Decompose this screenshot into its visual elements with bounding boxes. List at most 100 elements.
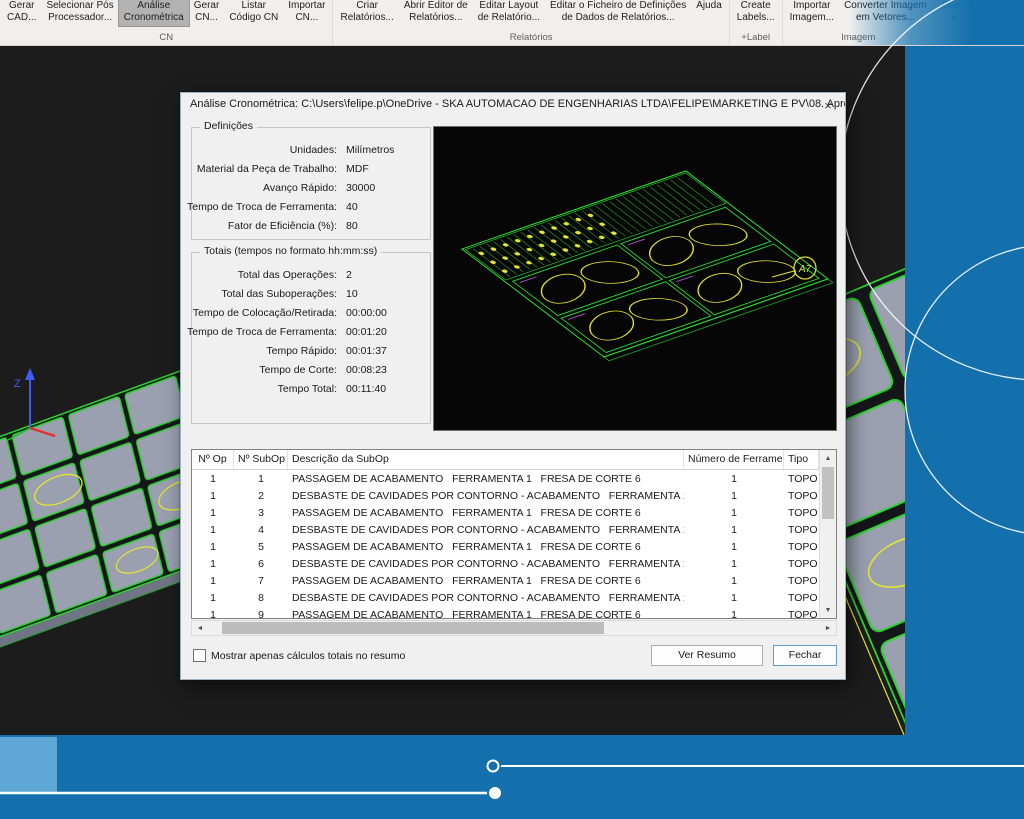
column-header-n-op[interactable]: Nº Op (192, 450, 234, 469)
dialog-title: Análise Cronométrica: C:\Users\felipe.p\… (181, 93, 845, 110)
subop-table: Nº OpNº SubOpDescrição da SubOpNúmero de… (191, 449, 837, 619)
ribbon-groups: Gerar CAD...Selecionar Pós Processador..… (0, 0, 1024, 45)
table-row[interactable]: 19PASSAGEM DE ACABAMENTO FERRAMENTA 1 FR… (192, 606, 819, 618)
subop-table-body: 11PASSAGEM DE ACABAMENTO FERRAMENTA 1 FR… (192, 470, 819, 618)
ribbon-group-relat-rios: Criar Relatórios...Abrir Editor de Relat… (333, 0, 729, 45)
ribbon-button-editar-o-ficheiro-de-defini-es-de-dados-de[interactable]: Editar o Ficheiro de Definições de Dados… (545, 0, 691, 26)
table-cell: TOPO (784, 490, 819, 502)
column-header-tipo[interactable]: Tipo (784, 450, 819, 469)
setting-value: 30000 (346, 182, 375, 194)
table-cell: DESBASTE DE CAVIDADES POR CONTORNO - ACA… (288, 490, 684, 502)
table-cell: 1 (192, 507, 234, 519)
table-cell: TOPO (784, 507, 819, 519)
ribbon-button-an-lise-cronom-trica[interactable]: Análise Cronométrica (119, 0, 189, 26)
column-header-descri-o-da-subop[interactable]: Descrição da SubOp (288, 450, 684, 469)
table-cell: TOPO (784, 592, 819, 604)
dialog-titlebar[interactable]: Análise Cronométrica: C:\Users\felipe.p\… (181, 93, 845, 117)
ribbon-button-importar-imagem[interactable]: Importar Imagem... (785, 0, 839, 26)
totals-only-checkbox-row: Mostrar apenas cálculos totais no resumo (193, 649, 405, 662)
definicoes-row-tempo-de-troca-de-ferramenta: Tempo de Troca de Ferramenta:40 (192, 197, 430, 216)
table-horizontal-scrollbar[interactable]: ◄ ► (191, 620, 837, 636)
table-row[interactable]: 15PASSAGEM DE ACABAMENTO FERRAMENTA 1 FR… (192, 538, 819, 555)
ribbon-buttons-label: Create Labels... (732, 0, 780, 31)
ver-resumo-button[interactable]: Ver Resumo (651, 645, 763, 666)
ribbon-button-criar-relat-rios[interactable]: Criar Relatórios... (335, 0, 398, 26)
scroll-left-icon[interactable]: ◄ (192, 621, 208, 635)
table-row[interactable]: 18DESBASTE DE CAVIDADES POR CONTORNO - A… (192, 589, 819, 606)
ribbon-button-create-labels[interactable]: Create Labels... (732, 0, 780, 26)
ribbon-button-gerar-cn[interactable]: Gerar CN... (189, 0, 225, 26)
ribbon-buttons-imagem: Importar Imagem...Converter Imagem em Ve… (785, 0, 932, 31)
table-cell: PASSAGEM DE ACABAMENTO FERRAMENTA 1 FRES… (288, 473, 684, 485)
totais-row-total-das-subopera-es: Total das Suboperações:10 (192, 284, 430, 303)
ribbon-button-gerar-cad[interactable]: Gerar CAD... (2, 0, 41, 26)
setting-label: Total das Operações: (195, 269, 337, 281)
preview-callout-label: A7 (798, 264, 812, 275)
table-cell: DESBASTE DE CAVIDADES POR CONTORNO - ACA… (288, 558, 684, 570)
scroll-down-icon[interactable]: ▼ (820, 602, 836, 618)
table-row[interactable]: 11PASSAGEM DE ACABAMENTO FERRAMENTA 1 FR… (192, 470, 819, 487)
group-totais-title: Totais (tempos no formato hh:mm:ss) (200, 245, 381, 257)
ribbon-group-label-imagem: Imagem (785, 31, 932, 45)
table-cell: 1 (192, 575, 234, 587)
toolpath-preview: A7 (433, 126, 837, 431)
subop-table-header: Nº OpNº SubOpDescrição da SubOpNúmero de… (192, 450, 819, 470)
ribbon-buttons-more: Guardar Peça e Máqu... (937, 0, 1009, 31)
ribbon-button-importar-cn[interactable]: Importar CN... (283, 0, 330, 26)
ribbon-button-guardar-pe-a-e-m-qu[interactable]: Guardar Peça e Máqu... (937, 0, 1009, 26)
table-vertical-scrollbar[interactable]: ▲ ▼ (819, 450, 836, 618)
setting-value: 10 (346, 288, 358, 300)
table-cell: TOPO (784, 541, 819, 553)
table-row[interactable]: 16DESBASTE DE CAVIDADES POR CONTORNO - A… (192, 555, 819, 572)
horizontal-scroll-thumb[interactable] (222, 622, 604, 634)
ribbon-group-label-label: +Label (732, 31, 780, 45)
ribbon-button-listar-c-digo-cn[interactable]: Listar Código CN (224, 0, 283, 26)
table-cell: 2 (234, 490, 288, 502)
table-cell: 8 (234, 592, 288, 604)
totals-only-checkbox[interactable] (193, 649, 206, 662)
definicoes-row-avan-o-r-pido: Avanço Rápido:30000 (192, 178, 430, 197)
ribbon-button-editar-layout-de-relat-rio[interactable]: Editar Layout de Relatório... (473, 0, 545, 26)
ribbon: Gerar CAD...Selecionar Pós Processador..… (0, 0, 1024, 46)
table-row[interactable]: 12DESBASTE DE CAVIDADES POR CONTORNO - A… (192, 487, 819, 504)
setting-label: Unidades: (195, 144, 337, 156)
setting-value: 40 (346, 201, 358, 213)
table-cell: 6 (234, 558, 288, 570)
ribbon-button-abrir-editor-de-relat-rios[interactable]: Abrir Editor de Relatórios... (399, 0, 473, 26)
table-cell: TOPO (784, 609, 819, 619)
close-icon[interactable]: × (813, 95, 843, 115)
slide-bottom-band (0, 735, 1024, 819)
fechar-button[interactable]: Fechar (773, 645, 837, 666)
table-cell: 1 (684, 558, 784, 570)
setting-value: 2 (346, 269, 352, 281)
table-cell: 1 (684, 541, 784, 553)
table-row[interactable]: 14DESBASTE DE CAVIDADES POR CONTORNO - A… (192, 521, 819, 538)
table-cell: 1 (684, 507, 784, 519)
table-row[interactable]: 17PASSAGEM DE ACABAMENTO FERRAMENTA 1 FR… (192, 572, 819, 589)
setting-value: 00:01:20 (346, 326, 387, 338)
ribbon-button-ajuda[interactable]: Ajuda (691, 0, 727, 14)
setting-label: Tempo Total: (195, 383, 337, 395)
totais-rows: Total das Operações: 2 Total das Suboperaç… (192, 253, 430, 398)
scroll-right-icon[interactable]: ► (820, 621, 836, 635)
table-cell: 1 (192, 558, 234, 570)
table-cell: 1 (234, 473, 288, 485)
ribbon-group-imagem: Importar Imagem...Converter Imagem em Ve… (783, 0, 935, 45)
table-cell: 1 (192, 541, 234, 553)
column-header-n-mero-de-ferramenta[interactable]: Número de Ferramenta (684, 450, 784, 469)
ribbon-group-label-more (937, 31, 1009, 45)
table-cell: PASSAGEM DE ACABAMENTO FERRAMENTA 1 FRES… (288, 541, 684, 553)
table-cell: 1 (684, 592, 784, 604)
table-cell: 1 (192, 524, 234, 536)
ribbon-group-label: Create Labels... +Label (730, 0, 783, 45)
ribbon-button-selecionar-p-s-processador[interactable]: Selecionar Pós Processador... (41, 0, 118, 26)
table-row[interactable]: 13PASSAGEM DE ACABAMENTO FERRAMENTA 1 FR… (192, 504, 819, 521)
totais-row-tempo-de-coloca-o-retirada: Tempo de Colocação/Retirada:00:00:00 (192, 303, 430, 322)
svg-text:Z: Z (14, 378, 21, 390)
column-header-n-subop[interactable]: Nº SubOp (234, 450, 288, 469)
vertical-scroll-thumb[interactable] (822, 467, 834, 519)
scroll-up-icon[interactable]: ▲ (820, 450, 836, 466)
totais-row-tempo-total: Tempo Total:00:11:40 (192, 379, 430, 398)
ribbon-button-converter-imagem-em-vetores[interactable]: Converter Imagem em Vetores... (839, 0, 932, 26)
table-cell: 3 (234, 507, 288, 519)
